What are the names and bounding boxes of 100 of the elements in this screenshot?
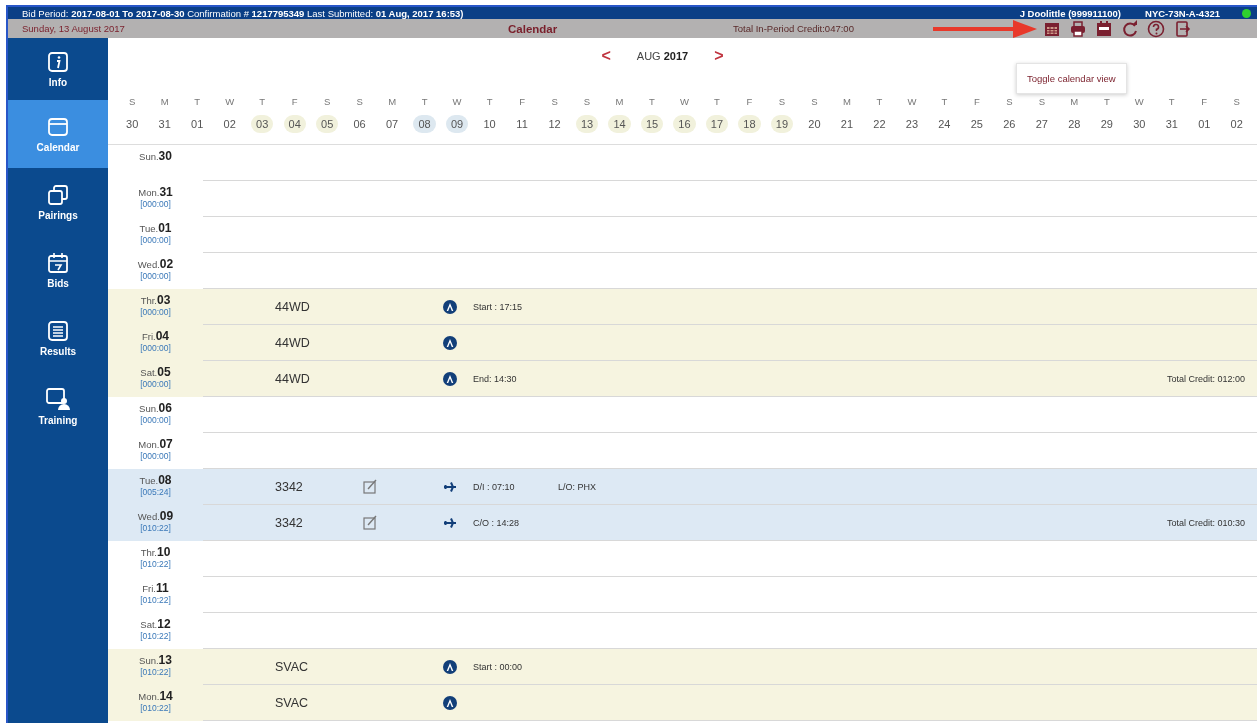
date-number[interactable]: 01 <box>186 115 209 133</box>
edit-icon[interactable] <box>363 515 378 530</box>
date-number[interactable]: 02 <box>218 115 241 133</box>
pairing-code[interactable]: 44WD <box>275 371 363 386</box>
date-number[interactable]: 07 <box>381 115 404 133</box>
date-number[interactable]: 19 <box>770 115 794 133</box>
date-number[interactable]: 14 <box>608 115 631 133</box>
day-credit: [010:22] <box>140 559 171 569</box>
logout-icon[interactable] <box>1173 19 1191 38</box>
date-number[interactable]: 04 <box>283 115 306 133</box>
day-label: Mon.31 <box>138 185 173 199</box>
calendar-icon <box>47 251 69 274</box>
date-number[interactable]: 28 <box>1063 115 1086 133</box>
date-number[interactable]: 16 <box>673 115 696 133</box>
weekday-letter: F <box>973 96 980 107</box>
date-number[interactable]: 17 <box>705 115 729 133</box>
date-number[interactable]: 12 <box>543 115 566 133</box>
pairing-code[interactable]: SVAC <box>275 695 363 710</box>
weekday-letter: M <box>615 96 624 107</box>
help-icon[interactable] <box>1147 19 1165 38</box>
base-code: NYC-73N-A-4321 <box>1145 7 1220 19</box>
weekday-letter: T <box>421 96 428 107</box>
weekday-letter: S <box>811 96 818 107</box>
weekday-letter: F <box>1201 96 1208 107</box>
duty-time: Start : 17:15 <box>473 301 524 312</box>
day-credit: [010:22] <box>140 667 171 677</box>
date-number[interactable]: 01 <box>1193 115 1216 133</box>
letter-circle-icon <box>443 695 457 710</box>
weekday-letter: S <box>129 96 136 107</box>
date-number[interactable]: 31 <box>1160 115 1183 133</box>
calendar-icon[interactable] <box>1095 19 1113 38</box>
date-number[interactable]: 11 <box>511 115 533 133</box>
letter-circle-icon <box>443 335 457 350</box>
month-year: AUG 2017 <box>636 50 689 62</box>
weekday-letter: W <box>680 96 689 107</box>
day-label: Sat.05 <box>140 365 171 379</box>
day-credit: [000:00] <box>140 451 171 461</box>
next-month-button[interactable]: > <box>714 47 724 65</box>
day-label: Thr.03 <box>140 293 171 307</box>
previous-month-button[interactable]: < <box>601 47 611 65</box>
date-number[interactable]: 24 <box>933 115 956 133</box>
pairing-code[interactable]: 44WD <box>275 299 363 314</box>
pairing-code[interactable]: SVAC <box>275 659 363 674</box>
date-number[interactable]: 06 <box>348 115 371 133</box>
refresh-icon[interactable] <box>1121 19 1139 38</box>
list-icon <box>47 319 69 342</box>
weekday-letter: W <box>225 96 235 107</box>
date-number[interactable]: 23 <box>900 115 923 133</box>
date-number[interactable]: 25 <box>965 115 988 133</box>
pairing-code[interactable]: 3342 <box>275 479 363 494</box>
date-number[interactable]: 27 <box>1030 115 1053 133</box>
date-number[interactable]: 02 <box>1225 115 1248 133</box>
date-number[interactable]: 30 <box>1128 115 1151 133</box>
date-number[interactable]: 09 <box>445 115 469 133</box>
weekday-letter: S <box>1233 96 1240 107</box>
date-number[interactable]: 08 <box>413 115 436 133</box>
date-number[interactable]: 21 <box>835 115 859 133</box>
weekday-letter: T <box>1103 96 1110 107</box>
day-credit: [000:00] <box>140 379 171 389</box>
weekday-letter: S <box>1038 96 1045 107</box>
weekday-letter: W <box>1134 96 1144 107</box>
day-credit: [000:00] <box>140 307 171 317</box>
current-date: Sunday, 13 August 2017 <box>22 23 125 34</box>
monitor-person-icon <box>45 386 71 411</box>
total-credit: Total Credit: 010:30 <box>1166 517 1245 528</box>
weekday-letter: S <box>778 96 786 107</box>
day-label: Tue.01 <box>139 221 172 235</box>
weekday-letter: S <box>356 96 363 107</box>
sidebar-item[interactable]: Bids <box>8 236 108 304</box>
date-number[interactable]: 26 <box>998 115 1021 133</box>
weekday-letter: M <box>842 96 851 107</box>
day-credit: [010:22] <box>140 595 171 605</box>
date-number[interactable]: 30 <box>121 115 144 133</box>
print-icon[interactable] <box>1069 19 1087 38</box>
day-label: Sun.13 <box>139 653 172 667</box>
date-number[interactable]: 29 <box>1095 115 1118 133</box>
day-credit: [010:22] <box>140 523 171 533</box>
day-label: Mon.07 <box>138 437 173 451</box>
day-credit: [000:00] <box>140 415 171 425</box>
date-number[interactable]: 31 <box>153 115 176 133</box>
sidebar-item[interactable]: Pairings <box>8 168 108 236</box>
day-credit: [005:24] <box>140 487 171 497</box>
date-number[interactable]: 18 <box>738 115 761 133</box>
pairing-code[interactable]: 44WD <box>275 335 363 350</box>
date-number[interactable]: 20 <box>803 115 826 133</box>
date-number[interactable]: 05 <box>316 115 339 133</box>
date-number[interactable]: 22 <box>868 115 891 133</box>
weekday-letter: M <box>388 96 397 107</box>
weekday-letter: W <box>907 96 917 107</box>
date-number[interactable]: 10 <box>478 115 501 133</box>
edit-icon[interactable] <box>363 479 378 494</box>
sidebar-item[interactable]: Results <box>8 304 108 372</box>
pairing-code[interactable]: 3342 <box>275 515 363 530</box>
date-number[interactable]: 15 <box>640 115 664 133</box>
day-credit: [010:22] <box>140 703 171 713</box>
sidebar-item[interactable]: Training <box>8 372 108 440</box>
date-number[interactable]: 03 <box>251 115 274 133</box>
day-credit: [000:00] <box>140 199 171 209</box>
sidebar-item[interactable]: Info <box>8 38 108 100</box>
date-number[interactable]: 13 <box>575 115 599 133</box>
